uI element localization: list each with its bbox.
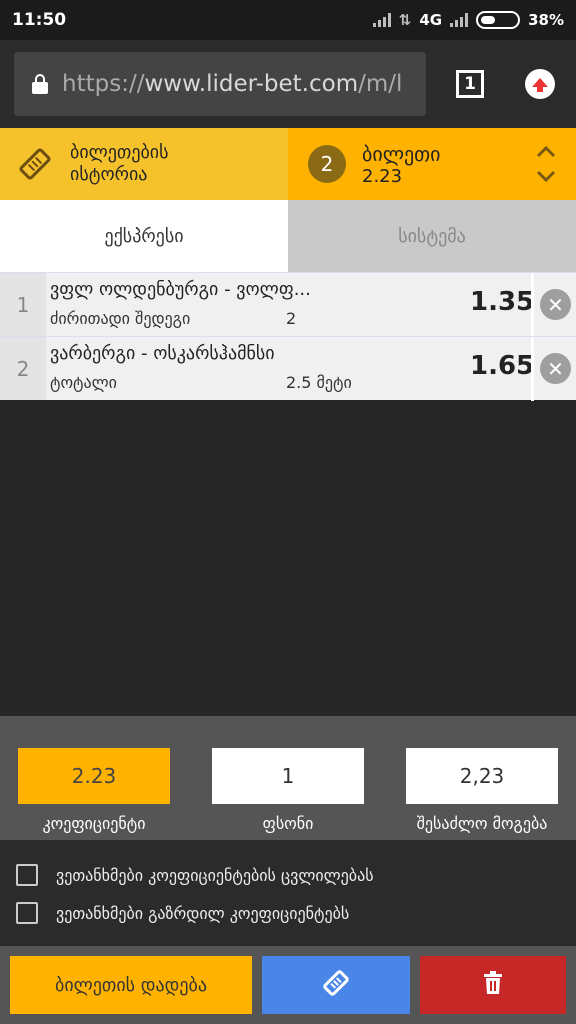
tab-express[interactable]: ექსპრესი [0,200,288,272]
bet-info: ვარბერგი - ოსკარსჰამნსი ტოტალი 2.5 მეტი [46,337,466,400]
current-ticket-toggle[interactable]: 2 ბილეთი 2.23 [288,128,576,200]
ticket-odds: 2.23 [362,165,403,187]
pick: 2 [286,309,297,328]
status-icons: ⇅ 4G 38% [372,11,564,29]
trash-icon [482,971,504,999]
upload-icon[interactable] [525,69,555,99]
browser-toolbar: https://www.lider-bet.com/m/l 1 [0,40,576,128]
clock: 11:50 [12,10,67,30]
url-text[interactable]: https://www.lider-bet.com/m/l [62,71,402,97]
coefficient-field: 2.23 [18,748,170,804]
betslip-header: ბილეთების ისტორია 2 ბილეთი 2.23 [0,128,576,200]
agree-increased-odds-option[interactable]: ვეთანხმები გაზრდილ კოეფიციენტებს [0,894,576,932]
divider [531,337,534,401]
match-name: ვფლ ოლდენბურგი - ვოლფ... [50,279,311,300]
address-bar[interactable]: https://www.lider-bet.com/m/l [14,52,426,116]
possible-win-field: 2,23 [406,748,558,804]
bet-odds: 1.35 [470,287,535,317]
checkbox[interactable] [16,902,38,924]
ticket-icon [321,968,351,1002]
bet-row: 2 ვარბერგი - ოსკარსჰამნსი ტოტალი 2.5 მეტი… [0,336,576,401]
bet-index: 1 [0,273,46,336]
possible-win-label: შესაძლო მოგება [416,814,548,833]
tab-system[interactable]: სისტემა [288,200,576,272]
current-ticket-info: ბილეთი 2.23 [362,142,441,187]
signal-icon [372,13,391,27]
status-bar: 11:50 ⇅ 4G 38% [0,0,576,40]
agree-odds-changes-label: ვეთანხმები კოეფიციენტების ცვლილებას [56,865,374,885]
place-bet-button[interactable]: ბილეთის დადება [10,956,252,1014]
coefficient-label: კოეფიციენტი [42,814,146,833]
tab-switcher-button[interactable]: 1 [456,70,484,98]
remove-bet-icon[interactable]: ✕ [540,289,571,320]
agreement-options: ვეთანხმები კოეფიციენტების ცვლილებას ვეთა… [0,840,576,946]
battery-level: 38% [528,11,564,29]
market-name: ტოტალი [50,373,117,392]
bet-type-tabs: ექსპრესი სისტემა [0,200,576,272]
pick: 2.5 მეტი [286,373,352,392]
signal-icon-2 [450,13,469,27]
bet-list: 1 ვფლ ოლდენბურგი - ვოლფ... ძირითადი შედე… [0,272,576,401]
ticket-icon [18,147,52,181]
expand-collapse-icon[interactable] [534,142,558,186]
bet-row: 1 ვფლ ოლდენბურგი - ვოლფ... ძირითადი შედე… [0,272,576,337]
remove-bet-icon[interactable]: ✕ [540,353,571,384]
data-arrows-icon: ⇅ [398,11,412,29]
ticket-title: ბილეთი [362,141,441,166]
bet-odds: 1.65 [470,351,535,381]
match-name: ვარბერგი - ოსკარსჰამნსი [50,343,275,364]
agree-odds-changes-option[interactable]: ვეთანხმები კოეფიციენტების ცვლილებას [0,856,576,894]
bet-info: ვფლ ოლდენბურგი - ვოლფ... ძირითადი შედეგი… [46,273,466,336]
bet-summary: 2.23 1 2,23 კოეფიციენტი ფსონი შესაძლო მო… [0,716,576,840]
delete-all-button[interactable] [420,956,566,1014]
bet-count-badge: 2 [308,145,346,183]
lock-icon [32,74,48,94]
agree-increased-odds-label: ვეთანხმები გაზრდილ კოეფიციენტებს [56,903,350,923]
market-name: ძირითადი შედეგი [50,309,191,328]
network-type: 4G [419,11,443,29]
action-bar: ბილეთის დადება [0,946,576,1024]
checkbox[interactable] [16,864,38,886]
bet-index: 2 [0,337,46,400]
ticket-button[interactable] [262,956,410,1014]
ticket-history-label: ბილეთების ისტორია [70,142,169,185]
stake-label: ფსონი [262,814,314,833]
divider [531,273,534,337]
ticket-history-button[interactable]: ბილეთების ისტორია [0,128,288,200]
stake-input[interactable]: 1 [212,748,364,804]
battery-icon [476,11,521,29]
